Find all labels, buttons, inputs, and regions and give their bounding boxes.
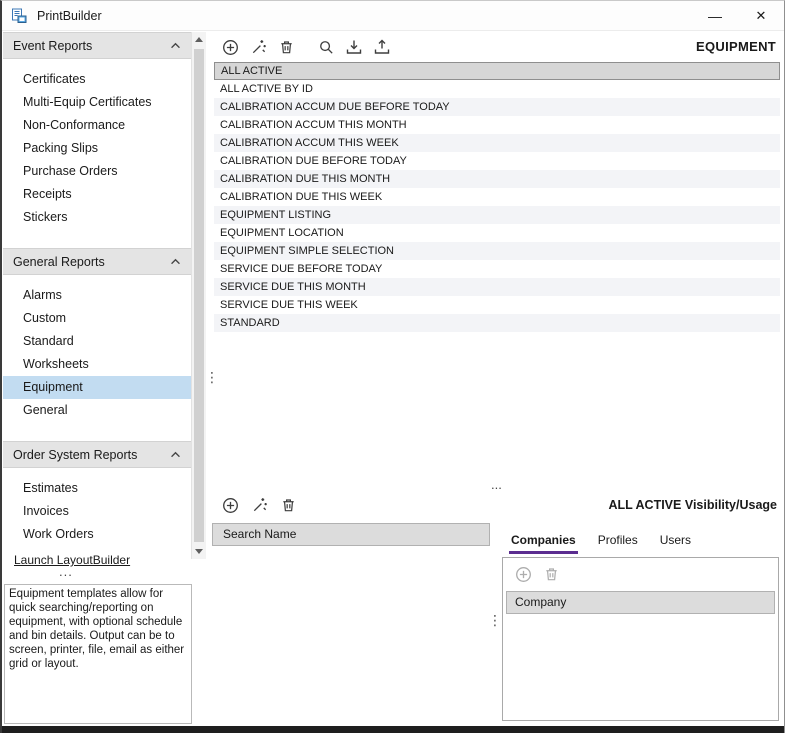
sidebar-item-packing-slips[interactable]: Packing Slips (3, 137, 191, 160)
delete-trash-icon[interactable] (541, 564, 561, 584)
sidebar-item-standard[interactable]: Standard (3, 330, 191, 353)
template-row[interactable]: EQUIPMENT LISTING (214, 206, 780, 224)
sidebar-item-non-conformance[interactable]: Non-Conformance (3, 114, 191, 137)
template-toolbar (212, 34, 392, 60)
add-icon[interactable] (220, 495, 240, 515)
window-controls: — ✕ (692, 1, 784, 30)
template-row[interactable]: CALIBRATION DUE THIS MONTH (214, 170, 780, 188)
export-icon[interactable] (372, 37, 392, 57)
sidebar-item-multi-equip-certificates[interactable]: Multi-Equip Certificates (3, 91, 191, 114)
template-row[interactable]: SERVICE DUE THIS WEEK (214, 296, 780, 314)
sidebar-item-certificates[interactable]: Certificates (3, 68, 191, 91)
chevron-up-icon (170, 42, 181, 49)
bottom-panel-splitter-handle[interactable]: ⋮ (488, 612, 502, 629)
app-window: PrintBuilder — ✕ Event Reports Certifica… (0, 0, 785, 733)
window-bottom-edge (2, 726, 784, 733)
sidebar-item-general[interactable]: General (3, 399, 191, 422)
sidebar-item-receipts[interactable]: Receipts (3, 183, 191, 206)
preview-magnifier-icon[interactable] (316, 37, 336, 57)
tab-companies[interactable]: Companies (509, 531, 578, 554)
template-row[interactable]: CALIBRATION ACCUM THIS MONTH (214, 116, 780, 134)
template-row[interactable]: ALL ACTIVE (214, 62, 780, 80)
sidebar-item-worksheets[interactable]: Worksheets (3, 353, 191, 376)
search-name-column-header[interactable]: Search Name (212, 523, 490, 546)
app-icon (11, 8, 27, 24)
scroll-down-icon[interactable] (192, 544, 206, 559)
description-splitter-handle[interactable]: ... (59, 564, 73, 579)
template-row[interactable]: CALIBRATION DUE THIS WEEK (214, 188, 780, 206)
titlebar: PrintBuilder — ✕ (2, 1, 784, 31)
template-description: Equipment templates allow for quick sear… (4, 584, 192, 724)
visibility-usage-title: ALL ACTIVE Visibility/Usage (608, 498, 777, 512)
import-icon[interactable] (344, 37, 364, 57)
chevron-up-icon (170, 451, 181, 458)
visibility-tabs: Companies Profiles Users (509, 531, 693, 554)
sidebar-item-custom[interactable]: Custom (3, 307, 191, 330)
edit-wand-icon[interactable] (248, 37, 268, 57)
add-icon[interactable] (513, 564, 533, 584)
sidebar-item-alarms[interactable]: Alarms (3, 284, 191, 307)
section-label: Event Reports (13, 39, 92, 53)
window-title: PrintBuilder (37, 9, 102, 23)
template-row[interactable]: ALL ACTIVE BY ID (214, 80, 780, 98)
sidebar-item-equipment[interactable]: Equipment (3, 376, 191, 399)
scrollbar-thumb[interactable] (194, 49, 204, 542)
edit-wand-icon[interactable] (249, 495, 269, 515)
sidebar-item-purchase-orders[interactable]: Purchase Orders (3, 160, 191, 183)
section-items-order-system-reports: Estimates Invoices Work Orders (3, 468, 191, 565)
sidebar-item-estimates[interactable]: Estimates (3, 477, 191, 500)
template-row[interactable]: CALIBRATION ACCUM THIS WEEK (214, 134, 780, 152)
minimize-button[interactable]: — (692, 1, 738, 30)
sidebar-item-work-orders[interactable]: Work Orders (3, 523, 191, 546)
section-header-general-reports[interactable]: General Reports (3, 248, 191, 275)
template-row[interactable]: EQUIPMENT SIMPLE SELECTION (214, 242, 780, 260)
template-row[interactable]: SERVICE DUE THIS MONTH (214, 278, 780, 296)
sidebar: Event Reports Certificates Multi-Equip C… (3, 32, 191, 565)
tab-profiles[interactable]: Profiles (596, 531, 640, 554)
section-header-order-system-reports[interactable]: Order System Reports (3, 441, 191, 468)
template-row[interactable]: CALIBRATION DUE BEFORE TODAY (214, 152, 780, 170)
section-label: Order System Reports (13, 448, 137, 462)
page-title: EQUIPMENT (696, 39, 776, 54)
section-label: General Reports (13, 255, 105, 269)
sidebar-item-invoices[interactable]: Invoices (3, 500, 191, 523)
company-column-header[interactable]: Company (506, 591, 775, 614)
add-icon[interactable] (220, 37, 240, 57)
template-list: ALL ACTIVE ALL ACTIVE BY ID CALIBRATION … (214, 62, 780, 332)
tab-users[interactable]: Users (658, 531, 693, 554)
sidebar-scrollbar[interactable] (191, 32, 206, 559)
close-button[interactable]: ✕ (738, 1, 784, 30)
chevron-up-icon (170, 258, 181, 265)
sidebar-item-stickers[interactable]: Stickers (3, 206, 191, 229)
search-toolbar (212, 495, 298, 515)
template-row[interactable]: EQUIPMENT LOCATION (214, 224, 780, 242)
delete-trash-icon[interactable] (276, 37, 296, 57)
section-items-general-reports: Alarms Custom Standard Worksheets Equipm… (3, 275, 191, 441)
sidebar-splitter-handle[interactable]: ⋮ (205, 369, 219, 386)
delete-trash-icon[interactable] (278, 495, 298, 515)
template-row[interactable]: CALIBRATION ACCUM DUE BEFORE TODAY (214, 98, 780, 116)
template-row[interactable]: SERVICE DUE BEFORE TODAY (214, 260, 780, 278)
scroll-up-icon[interactable] (192, 32, 206, 47)
companies-panel: Company (502, 557, 779, 721)
section-header-event-reports[interactable]: Event Reports (3, 32, 191, 59)
companies-toolbar (503, 558, 778, 588)
template-row[interactable]: STANDARD (214, 314, 780, 332)
panel-splitter-handle[interactable]: ... (491, 477, 502, 492)
section-items-event-reports: Certificates Multi-Equip Certificates No… (3, 59, 191, 248)
